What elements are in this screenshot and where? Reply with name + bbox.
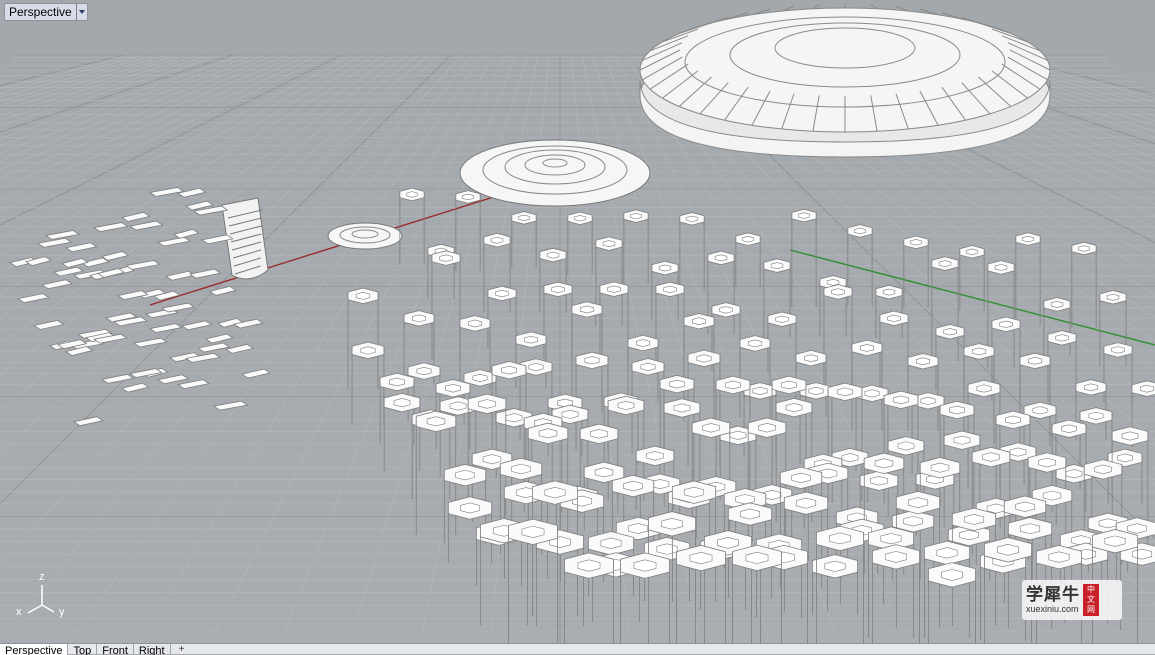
- cluster-block: [44, 230, 81, 240]
- cluster-block: [188, 268, 222, 279]
- grid-line: [0, 54, 135, 90]
- tab-front[interactable]: Front: [97, 644, 134, 655]
- grid-line: [0, 54, 266, 154]
- cluster-block: [148, 323, 183, 333]
- axis-gizmo-z-label: z: [39, 571, 45, 583]
- viewport-tabs: Perspective Top Front Right +: [0, 643, 1155, 655]
- cluster-block: [32, 320, 65, 330]
- cluster-block: [121, 382, 150, 393]
- cluster-block: [176, 379, 210, 390]
- perspective-viewport[interactable]: Perspective z y x 学犀牛 xuexiniu.com 中 文 网: [0, 0, 1155, 643]
- grid-line: [0, 54, 353, 240]
- hexagon-column: [1071, 241, 1097, 328]
- ripple-disc-large-model[interactable]: [459, 139, 651, 207]
- cluster-block: [156, 374, 190, 385]
- cluster-block: [156, 236, 192, 247]
- grid-line: [0, 54, 299, 179]
- cluster-block: [241, 368, 272, 379]
- cluster-block: [196, 342, 231, 353]
- cluster-block: [128, 220, 164, 231]
- grid-line: [0, 54, 342, 226]
- axis-gizmo: [27, 585, 55, 614]
- hexagon-column: [935, 324, 965, 390]
- hexagon-column: [676, 544, 726, 643]
- hexagon-column: [564, 552, 614, 643]
- ripple-disc-small-model[interactable]: [327, 222, 403, 250]
- grid-line: [0, 54, 222, 127]
- hexagon-column: [791, 208, 817, 308]
- add-viewport-tab-button[interactable]: +: [171, 644, 193, 655]
- hexagon-column: [959, 245, 985, 311]
- hexagon-column: [939, 400, 975, 507]
- cluster-block: [212, 400, 249, 411]
- hexagon-column: [1019, 352, 1051, 447]
- cluster-block: [72, 416, 104, 427]
- hexagon-column: [851, 339, 883, 431]
- hexagon-column: [923, 540, 971, 638]
- cluster-block: [124, 260, 161, 270]
- tab-right[interactable]: Right: [134, 644, 171, 655]
- cluster-block: [121, 211, 151, 222]
- hexagon-column: [1103, 342, 1133, 403]
- cluster-block: [40, 279, 73, 290]
- hexagon-column: [799, 382, 833, 465]
- viewport-menu-chevron-icon[interactable]: [75, 4, 87, 20]
- cluster-block: [225, 343, 255, 354]
- hexagon-column: [867, 526, 915, 638]
- watermark-url: xuexiniu.com: [1026, 604, 1079, 614]
- hexagon-column: [623, 209, 649, 284]
- hexagon-column: [620, 552, 670, 643]
- grid-line: [0, 54, 189, 111]
- cluster-block: [173, 228, 200, 239]
- hexagon-column: [383, 392, 421, 471]
- cluster-block: [177, 187, 207, 198]
- cluster-block: [180, 320, 213, 331]
- tab-top[interactable]: Top: [68, 644, 98, 655]
- hexagon-column: [351, 341, 385, 425]
- cluster-block: [205, 333, 234, 344]
- cluster-block: [100, 373, 135, 384]
- hexagon-column: [679, 212, 705, 290]
- grid-line: [0, 54, 320, 200]
- watermark-badge: 中 文 网: [1083, 584, 1099, 616]
- hexagon-column: [903, 235, 929, 309]
- hexagon-column: [508, 518, 558, 643]
- cluster-block: [209, 285, 237, 296]
- watermark-logo: 学犀牛 xuexiniu.com 中 文 网: [1022, 580, 1122, 620]
- hexagon-column: [487, 285, 517, 349]
- hexagon-column: [767, 311, 797, 374]
- grid-line: [139, 54, 495, 643]
- cluster-block: [116, 290, 149, 301]
- hexagon-column: [655, 281, 685, 374]
- cluster-block: [16, 293, 51, 304]
- cluster-block: [164, 270, 196, 281]
- hexagon-column: [732, 544, 782, 643]
- cluster-block: [160, 302, 196, 313]
- grid-line: [69, 54, 484, 643]
- grid-line: [0, 54, 233, 133]
- cluster-block: [132, 337, 168, 348]
- hexagon-column: [659, 374, 695, 483]
- grid-line: [0, 54, 200, 116]
- circular-building-model[interactable]: [639, 4, 1051, 158]
- tab-perspective[interactable]: Perspective: [0, 644, 69, 655]
- hexagon-column: [567, 211, 593, 275]
- cluster-block: [101, 251, 130, 261]
- viewport-title[interactable]: Perspective: [4, 3, 88, 21]
- viewport-title-label[interactable]: Perspective: [5, 4, 76, 20]
- axis-gizmo-y-label: y: [59, 606, 65, 618]
- hexagon-column: [599, 281, 629, 367]
- hexagon-column: [827, 382, 863, 502]
- cluster-block: [92, 222, 129, 232]
- grid-line: [0, 54, 146, 94]
- axis-gizmo-x-label: x: [16, 606, 22, 618]
- hexagon-columns-model[interactable]: [347, 187, 1155, 643]
- hexagon-column: [511, 211, 537, 268]
- hexagon-column: [1047, 330, 1077, 402]
- scene-canvas[interactable]: [0, 0, 1155, 643]
- hexagon-column: [735, 232, 761, 287]
- hexagon-column: [543, 281, 573, 359]
- watermark-title: 学犀牛: [1026, 585, 1080, 605]
- hexagon-column: [979, 549, 1027, 641]
